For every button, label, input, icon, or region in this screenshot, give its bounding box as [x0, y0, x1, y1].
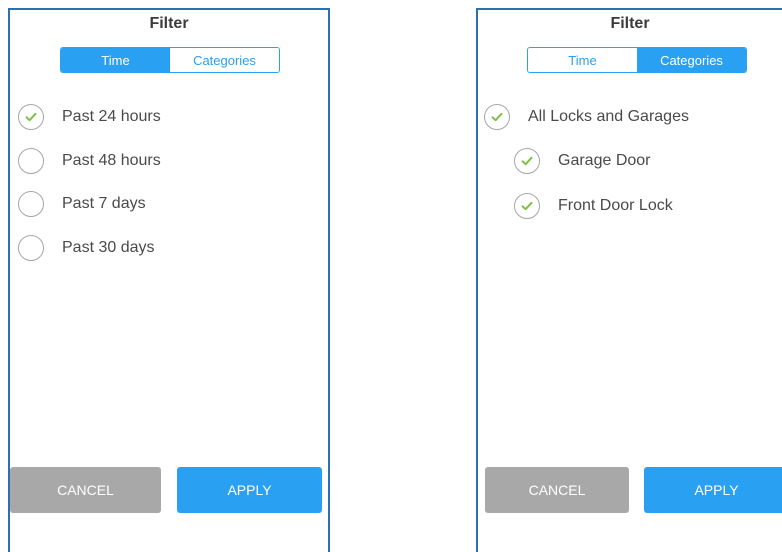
radio-button[interactable] [18, 235, 44, 261]
tab-categories[interactable]: Categories [170, 48, 279, 72]
filter-panel-categories: Filter Time Categories All Locks and Gar… [476, 8, 782, 552]
checkbox[interactable] [514, 148, 540, 174]
checkmark-icon [25, 112, 37, 122]
segmented-control: Time Categories [527, 47, 747, 73]
apply-button[interactable]: APPLY [177, 467, 322, 513]
option-label: All Locks and Garages [528, 108, 689, 125]
option-past-7-days[interactable]: Past 7 days [18, 188, 146, 220]
apply-button[interactable]: APPLY [644, 467, 782, 513]
option-front-door-lock[interactable]: Front Door Lock [514, 190, 673, 222]
panel-title: Filter [149, 15, 189, 32]
panel-title: Filter [610, 15, 650, 32]
option-label: Past 7 days [62, 195, 146, 212]
checkmark-icon [491, 112, 503, 122]
radio-button[interactable] [18, 191, 44, 217]
tab-time[interactable]: Time [61, 48, 170, 72]
option-label: Past 48 hours [62, 152, 161, 169]
filter-panel-time: Filter Time Categories Past 24 hours Pas… [8, 8, 330, 552]
tab-categories[interactable]: Categories [637, 48, 746, 72]
segmented-control: Time Categories [60, 47, 280, 73]
radio-button[interactable] [18, 104, 44, 130]
cancel-button[interactable]: CANCEL [485, 467, 629, 513]
cancel-button[interactable]: CANCEL [10, 467, 161, 513]
option-label: Past 30 days [62, 239, 155, 256]
option-past-24-hours[interactable]: Past 24 hours [18, 101, 161, 133]
option-label: Front Door Lock [558, 197, 673, 214]
checkbox[interactable] [484, 104, 510, 130]
radio-button[interactable] [18, 148, 44, 174]
checkmark-icon [521, 156, 533, 166]
option-past-30-days[interactable]: Past 30 days [18, 232, 155, 264]
tab-time[interactable]: Time [528, 48, 637, 72]
screenshot-stage: Filter Time Categories Past 24 hours Pas… [0, 0, 782, 552]
option-past-48-hours[interactable]: Past 48 hours [18, 145, 161, 177]
checkmark-icon [521, 201, 533, 211]
option-all-locks-and-garages[interactable]: All Locks and Garages [484, 101, 689, 133]
option-garage-door[interactable]: Garage Door [514, 145, 651, 177]
option-label: Garage Door [558, 152, 651, 169]
checkbox[interactable] [514, 193, 540, 219]
option-label: Past 24 hours [62, 108, 161, 125]
